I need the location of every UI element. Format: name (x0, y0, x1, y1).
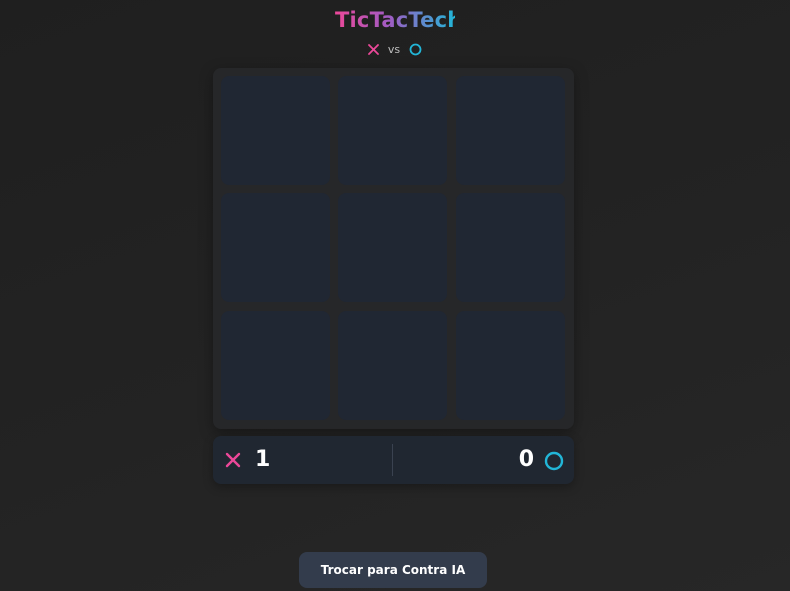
board-cell-2[interactable] (338, 76, 447, 185)
board-cell-5[interactable] (338, 193, 447, 302)
board-cell-3[interactable] (456, 76, 565, 185)
switch-mode-button[interactable]: Trocar para Contra IA (299, 552, 487, 588)
board-cell-6[interactable] (456, 193, 565, 302)
score-divider (392, 444, 393, 476)
board-cell-9[interactable] (456, 311, 565, 420)
o-circle-icon (409, 43, 422, 56)
players-indicator: vs (0, 43, 790, 56)
score-x: 1 (255, 447, 271, 472)
x-icon (225, 452, 241, 472)
board-cell-7[interactable] (221, 311, 330, 420)
board-cell-4[interactable] (221, 193, 330, 302)
score-o: 0 (518, 447, 534, 472)
game-board (213, 68, 574, 429)
o-circle-icon (544, 451, 564, 475)
board-cell-8[interactable] (338, 311, 447, 420)
scoreboard: 1 0 (213, 436, 574, 484)
vs-label: vs (387, 43, 401, 56)
board-cell-1[interactable] (221, 76, 330, 185)
x-icon (367, 44, 379, 55)
app-title: TicTacTech (335, 8, 463, 32)
